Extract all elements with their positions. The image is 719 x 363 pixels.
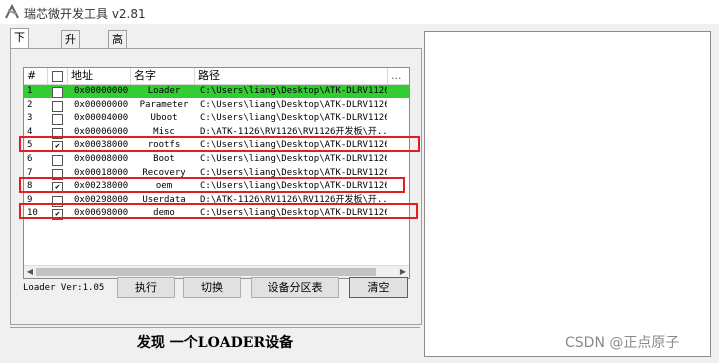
row-number: 3 — [27, 113, 33, 124]
row-address: 0x00008000 — [74, 154, 129, 164]
tab-upgrade-firmware[interactable]: 升级固件 — [61, 30, 80, 97]
row-address: 0x00000000 — [74, 99, 129, 110]
tab-download-image[interactable]: 下载镜像 — [10, 28, 29, 95]
partition-table-button[interactable]: 设备分区表 — [251, 277, 339, 298]
table-row[interactable]: 2 0x00000000 Parameter C:\Users\liang\Deskt… — [24, 99, 409, 112]
header-path[interactable]: 路径 — [195, 68, 388, 84]
row-path[interactable]: C:\Users\liang\Desktop\ATK-DLRV1126... — [197, 153, 387, 166]
row-checkbox[interactable] — [52, 87, 63, 98]
partition-list[interactable]: # 地址 名字 路径 ... 1 0x00000000 Loader C:\Users… — [23, 67, 410, 279]
row-number: 6 — [27, 154, 33, 164]
row-path[interactable]: C:\Users\liang\Desktop\ATK-DLRV1126... — [197, 99, 387, 112]
annotation-box-oem — [19, 177, 405, 193]
header-checkbox[interactable] — [52, 71, 63, 82]
row-name: Parameter — [139, 99, 189, 110]
row-number: 1 — [27, 86, 33, 96]
tab-advanced[interactable]: 高级功能 — [108, 30, 127, 97]
annotation-box-rootfs — [19, 136, 420, 152]
watermark: CSDN @正点原子 — [565, 335, 680, 351]
row-number: 2 — [27, 99, 33, 110]
row-name: Boot — [153, 154, 175, 164]
row-address: 0x00004000 — [74, 113, 129, 124]
window-title: 瑞芯微开发工具 v2.81 — [24, 7, 146, 21]
row-name: Uboot — [150, 113, 178, 124]
rockchip-app-icon — [5, 4, 19, 19]
title-bar: 瑞芯微开发工具 v2.81 — [0, 0, 719, 24]
list-header: # 地址 名字 路径 ... — [24, 68, 409, 85]
run-button[interactable]: 执行 — [117, 277, 175, 298]
row-checkbox[interactable] — [52, 100, 63, 112]
clear-button[interactable]: 清空 — [349, 277, 408, 298]
row-name: Loader — [147, 86, 181, 96]
header-address[interactable]: 地址 — [68, 68, 131, 84]
loader-version: Loader Ver:1.05 — [23, 283, 105, 293]
header-name[interactable]: 名字 — [131, 68, 195, 84]
switch-button[interactable]: 切换 — [183, 277, 241, 298]
row-checkbox[interactable] — [52, 114, 63, 126]
row-address: 0x00000000 — [74, 86, 129, 96]
table-row[interactable]: 3 0x00004000 Uboot C:\Users\liang\Desktop\A… — [24, 112, 409, 126]
scroll-left-arrow-icon[interactable]: ◀ — [24, 266, 36, 278]
row-path[interactable]: C:\Users\liang\Desktop\ATK-DLRV1126... — [197, 85, 387, 98]
status-text: 发现 一个LOADER设备 — [136, 335, 294, 351]
header-num[interactable]: # — [24, 68, 48, 84]
header-more[interactable]: ... — [388, 68, 409, 84]
log-output-panel[interactable] — [424, 31, 711, 357]
header-check[interactable] — [48, 68, 68, 84]
table-row[interactable]: 1 0x00000000 Loader C:\Users\liang\Desktop\… — [24, 85, 409, 98]
annotation-box-demo — [19, 203, 418, 219]
table-row[interactable]: 6 0x00008000 Boot C:\Users\liang\Desktop\AT… — [24, 153, 409, 166]
row-checkbox[interactable] — [52, 155, 63, 166]
scrollbar-thumb[interactable] — [36, 268, 376, 276]
status-bar: 发现 一个LOADER设备 — [10, 327, 420, 354]
row-path[interactable]: C:\Users\liang\Desktop\ATK-DLRV1126... — [197, 112, 387, 125]
